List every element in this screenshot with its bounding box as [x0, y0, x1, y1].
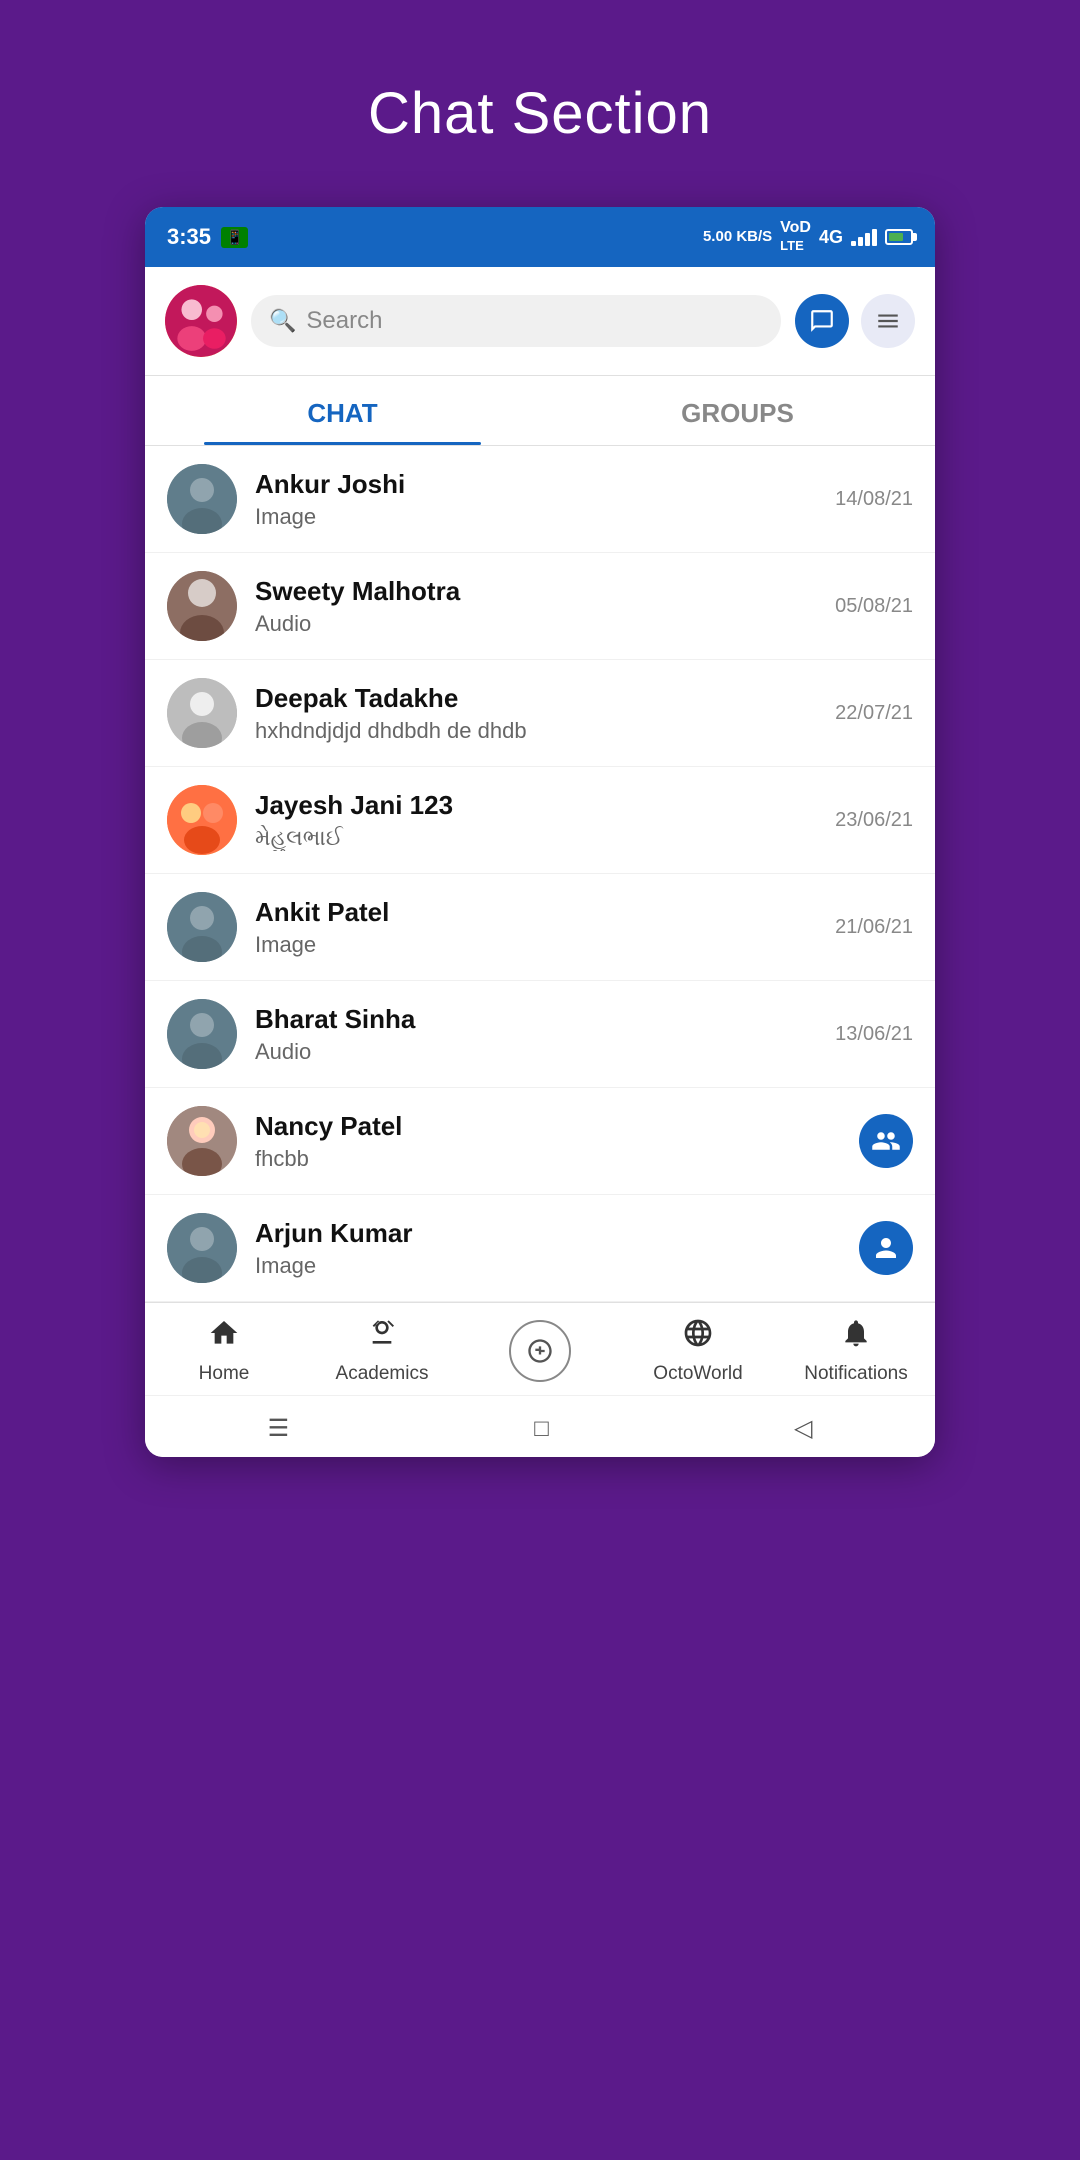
- tab-chat[interactable]: CHAT: [145, 376, 540, 445]
- chat-name: Arjun Kumar: [255, 1218, 841, 1249]
- avatar: [167, 571, 237, 641]
- android-nav: ☰ □ ◁: [145, 1395, 935, 1457]
- avatar: [167, 785, 237, 855]
- chat-meta: [859, 1221, 913, 1275]
- home-icon: [208, 1317, 240, 1357]
- chat-item[interactable]: Arjun Kumar Image: [145, 1195, 935, 1302]
- chat-preview: Image: [255, 932, 817, 958]
- search-placeholder: Search: [306, 307, 382, 335]
- nav-notifications[interactable]: Notifications: [801, 1317, 911, 1385]
- chat-item[interactable]: Ankur Joshi Image 14/08/21: [145, 446, 935, 553]
- chat-meta: 22/07/21: [835, 702, 913, 725]
- chat-date: 22/07/21: [835, 702, 913, 725]
- nav-octoworld-label: OctoWorld: [653, 1363, 742, 1385]
- chat-date: 13/06/21: [835, 1023, 913, 1046]
- chat-meta: 05/08/21: [835, 595, 913, 618]
- chat-info: Ankur Joshi Image: [255, 469, 817, 530]
- chat-meta: [859, 1114, 913, 1168]
- academics-icon: [366, 1317, 398, 1357]
- chat-item[interactable]: Deepak Tadakhe hxhdndjdjd dhdbdh de dhdb…: [145, 660, 935, 767]
- page-title: Chat Section: [368, 80, 712, 147]
- nav-notifications-label: Notifications: [804, 1363, 908, 1385]
- network-type: VoDLTE: [780, 219, 811, 255]
- chat-name: Deepak Tadakhe: [255, 683, 817, 714]
- add-icon: [509, 1320, 571, 1382]
- search-icon: 🔍: [269, 308, 296, 334]
- network-4g: 4G: [819, 227, 843, 248]
- chat-preview: Audio: [255, 1039, 817, 1065]
- nav-octoworld[interactable]: OctoWorld: [643, 1317, 753, 1385]
- network-speed: 5.00 KB/S: [703, 228, 772, 246]
- chat-list: Ankur Joshi Image 14/08/21 Sweety Malhot…: [145, 446, 935, 1302]
- nav-home[interactable]: Home: [169, 1317, 279, 1385]
- chat-item[interactable]: Bharat Sinha Audio 13/06/21: [145, 981, 935, 1088]
- android-menu-button[interactable]: ☰: [268, 1414, 290, 1443]
- chat-date: 23/06/21: [835, 809, 913, 832]
- chat-name: Nancy Patel: [255, 1111, 841, 1142]
- chat-date: 21/06/21: [835, 916, 913, 939]
- chat-info: Nancy Patel fhcbb: [255, 1111, 841, 1172]
- status-left: 3:35 📱: [167, 224, 248, 250]
- chat-item[interactable]: Jayesh Jani 123 મેહુલભાઈ 23/06/21: [145, 767, 935, 874]
- chat-preview: Image: [255, 504, 817, 530]
- chat-item[interactable]: Sweety Malhotra Audio 05/08/21: [145, 553, 935, 660]
- chat-meta: 13/06/21: [835, 1023, 913, 1046]
- avatar: [167, 1213, 237, 1283]
- chat-date: 14/08/21: [835, 488, 913, 511]
- chat-info: Bharat Sinha Audio: [255, 1004, 817, 1065]
- tabs: CHAT GROUPS: [145, 376, 935, 446]
- chat-name: Ankit Patel: [255, 897, 817, 928]
- android-back-button[interactable]: ◁: [794, 1414, 812, 1443]
- chat-info: Deepak Tadakhe hxhdndjdjd dhdbdh de dhdb: [255, 683, 817, 744]
- android-home-button[interactable]: □: [534, 1415, 549, 1443]
- chat-meta: 21/06/21: [835, 916, 913, 939]
- chat-name: Sweety Malhotra: [255, 576, 817, 607]
- sim-badge: 📱: [221, 227, 248, 248]
- chat-preview: Image: [255, 1253, 841, 1279]
- avatar: [167, 678, 237, 748]
- avatar: [167, 1106, 237, 1176]
- app-header: 🔍 Search: [145, 267, 935, 376]
- signal-bars: [851, 229, 877, 246]
- group-fab-button[interactable]: [859, 1114, 913, 1168]
- chat-preview: fhcbb: [255, 1146, 841, 1172]
- header-actions: [795, 294, 915, 348]
- profile-avatar[interactable]: [165, 285, 237, 357]
- chat-name: Jayesh Jani 123: [255, 790, 817, 821]
- chat-name: Ankur Joshi: [255, 469, 817, 500]
- chat-preview: Audio: [255, 611, 817, 637]
- nav-home-label: Home: [199, 1363, 250, 1385]
- chat-date: 05/08/21: [835, 595, 913, 618]
- chat-item[interactable]: Nancy Patel fhcbb: [145, 1088, 935, 1195]
- chat-bubble-button[interactable]: [795, 294, 849, 348]
- chat-info: Sweety Malhotra Audio: [255, 576, 817, 637]
- status-bar: 3:35 📱 5.00 KB/S VoDLTE 4G: [145, 207, 935, 267]
- chat-info: Arjun Kumar Image: [255, 1218, 841, 1279]
- menu-button[interactable]: [861, 294, 915, 348]
- status-right: 5.00 KB/S VoDLTE 4G: [703, 219, 913, 255]
- phone-frame: 3:35 📱 5.00 KB/S VoDLTE 4G: [145, 207, 935, 1457]
- chat-info: Jayesh Jani 123 મેહુલભાઈ: [255, 790, 817, 851]
- tab-groups[interactable]: GROUPS: [540, 376, 935, 445]
- person-fab-button[interactable]: [859, 1221, 913, 1275]
- globe-icon: [682, 1317, 714, 1357]
- chat-preview: hxhdndjdjd dhdbdh de dhdb: [255, 718, 817, 744]
- avatar: [167, 892, 237, 962]
- bell-icon: [840, 1317, 872, 1357]
- chat-meta: 14/08/21: [835, 488, 913, 511]
- nav-academics-label: Academics: [336, 1363, 429, 1385]
- avatar: [167, 999, 237, 1069]
- search-bar[interactable]: 🔍 Search: [251, 295, 781, 347]
- avatar: [167, 464, 237, 534]
- chat-item[interactable]: Ankit Patel Image 21/06/21: [145, 874, 935, 981]
- battery-icon: [885, 229, 913, 245]
- nav-academics[interactable]: Academics: [327, 1317, 437, 1385]
- status-time: 3:35: [167, 224, 211, 250]
- nav-add[interactable]: [485, 1320, 595, 1382]
- chat-info: Ankit Patel Image: [255, 897, 817, 958]
- chat-meta: 23/06/21: [835, 809, 913, 832]
- chat-preview: મેહુલભાઈ: [255, 825, 817, 851]
- bottom-nav: Home Academics OctoWorld: [145, 1302, 935, 1395]
- chat-name: Bharat Sinha: [255, 1004, 817, 1035]
